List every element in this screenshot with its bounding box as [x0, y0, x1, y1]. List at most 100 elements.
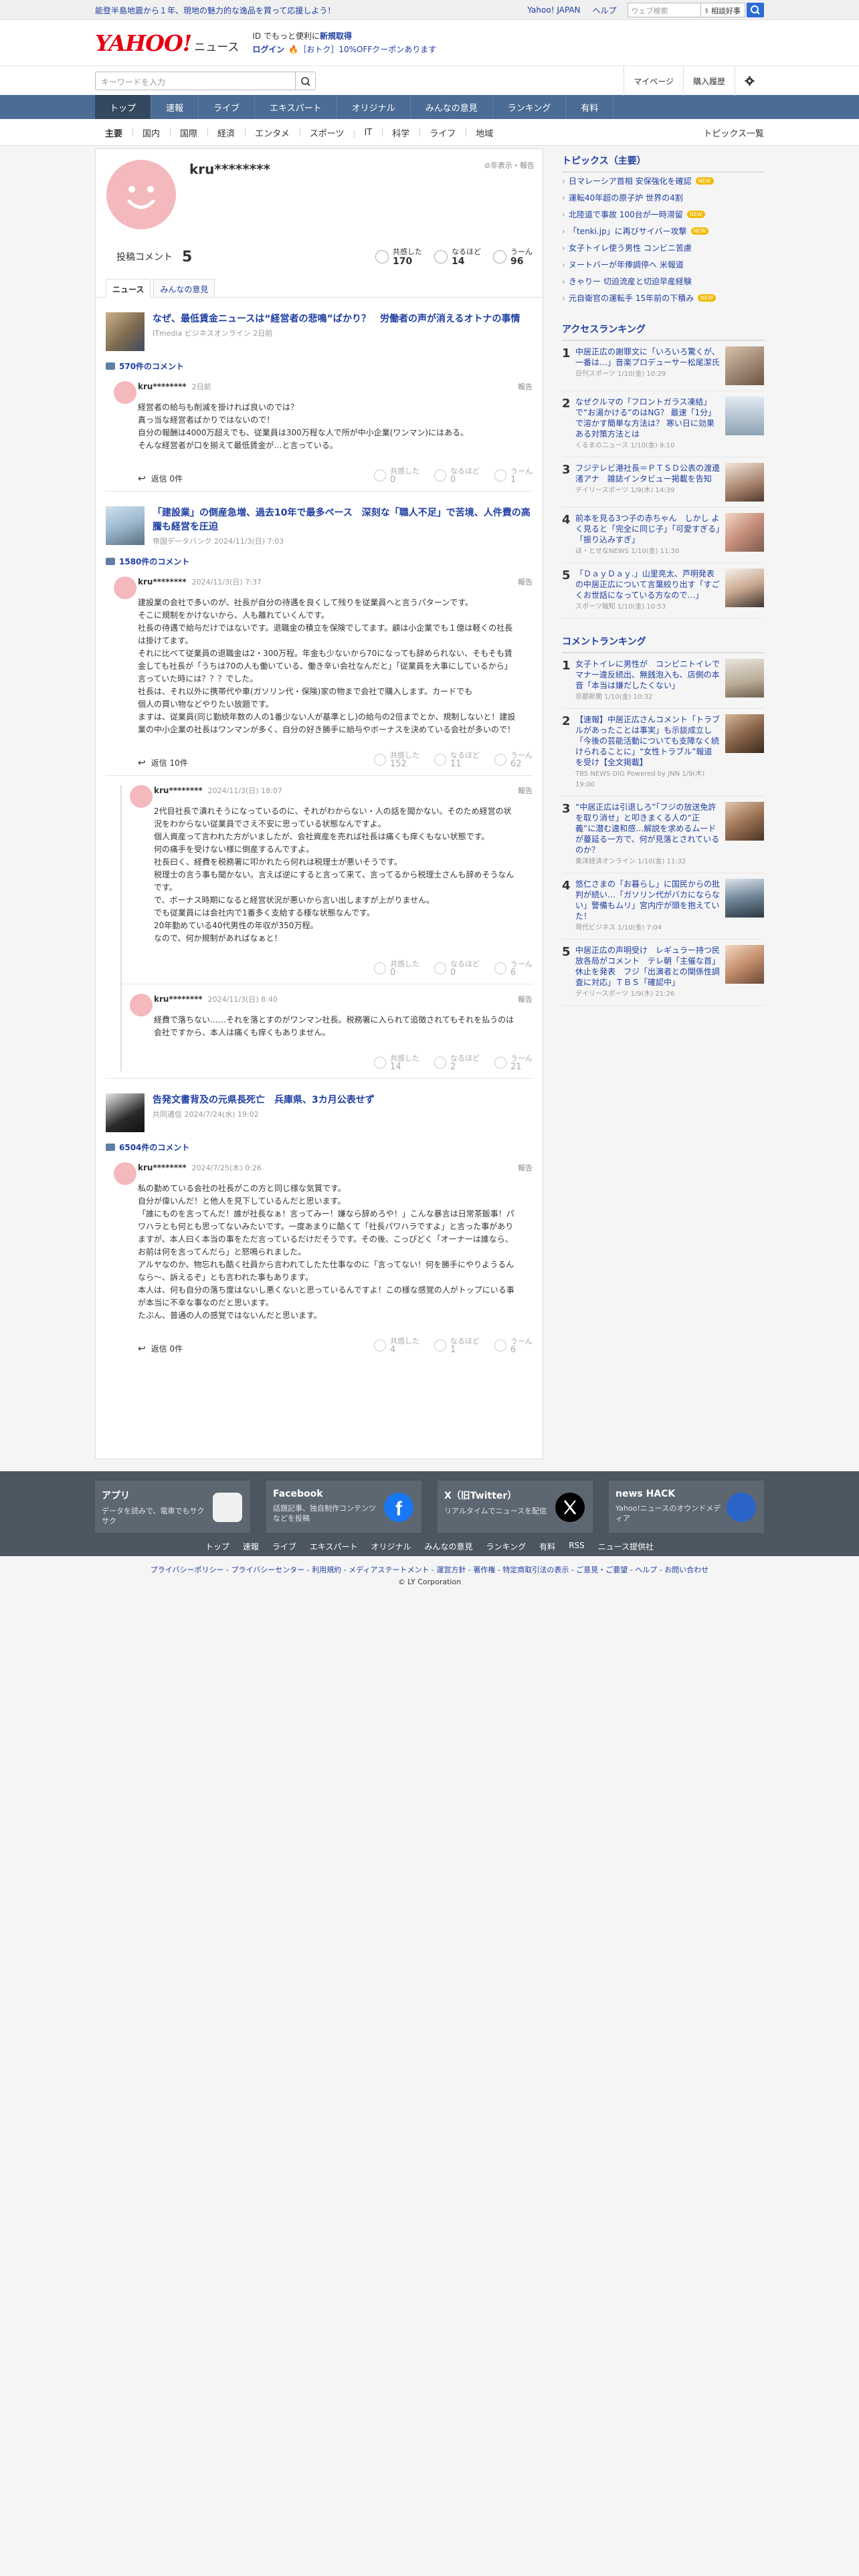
- report-link[interactable]: 報告: [518, 994, 533, 1004]
- footer-link[interactable]: ライブ: [272, 1541, 296, 1552]
- notice-link[interactable]: 能登半島地震から１年、現地の魅力的な逸品を買って応援しよう！: [95, 5, 515, 16]
- signup-link[interactable]: 新規取得: [320, 31, 352, 41]
- footer-link[interactable]: ニュース提供社: [598, 1541, 654, 1552]
- reply-button[interactable]: ↩ 返信 0件: [138, 1343, 183, 1354]
- ranking-item[interactable]: 4 悠仁さまの「お暮らし」に国民からの批判が続い…「ガソリン代がバカにならない」…: [562, 873, 764, 940]
- ranking-item[interactable]: 2 なぜクルマの「フロントガラス凍結」で“お湯かける”のはNG？ 最速「1分」で…: [562, 391, 764, 457]
- mypage-link[interactable]: マイページ: [624, 66, 683, 96]
- ranking-item[interactable]: 2 【速報】中居正広さんコメント「トラブルがあったことは事実」も示談成立し「今後…: [562, 709, 764, 796]
- footer-link[interactable]: トップ: [205, 1541, 229, 1552]
- topic-item[interactable]: 女子トイレ使う男性 コンビニ苦慮: [562, 239, 764, 256]
- coupon-link[interactable]: ［おトク］10%OFFクーポンあります: [298, 45, 436, 54]
- ranking-item[interactable]: 5 「ＤａｙＤａｙ.」山里亮太、芦明発表の中居正広について言葉絞り出す「すごくお…: [562, 563, 764, 619]
- ranking-item[interactable]: 1 女子トイレに男性が コンビニトイレでマナー違反続出、無銭泡入も、店側の本音「…: [562, 653, 764, 709]
- article-thumbnail[interactable]: [106, 506, 145, 545]
- app-promo[interactable]: アプリ データを読みで、電車でもサクサク: [95, 1481, 250, 1533]
- empathy-button[interactable]: 共感した 4: [374, 1337, 419, 1354]
- nav-ranking[interactable]: ランキング: [493, 95, 567, 119]
- article-thumbnail[interactable]: [106, 1093, 145, 1132]
- keyword-search-input[interactable]: キーワードを入力: [95, 72, 296, 90]
- hmm-button[interactable]: うーん 6: [494, 1337, 533, 1354]
- subnav-sports[interactable]: スポーツ: [299, 126, 355, 139]
- naruhodo-button[interactable]: なるほど 1: [434, 1337, 480, 1354]
- topic-item[interactable]: 日マレーシア首相 安保強化を確認NEW: [562, 173, 764, 189]
- footer-link[interactable]: RSS: [569, 1541, 585, 1552]
- empathy-button[interactable]: 共感した 152: [374, 751, 419, 768]
- subnav-local[interactable]: 地域: [466, 126, 503, 139]
- comment-user[interactable]: kru********: [138, 577, 187, 586]
- settings-button[interactable]: [735, 66, 764, 96]
- naruhodo-button[interactable]: なるほど 0: [434, 467, 480, 484]
- report-link[interactable]: 報告: [518, 1162, 533, 1173]
- comment-user[interactable]: kru********: [138, 1163, 187, 1172]
- article-title[interactable]: なぜ、最低賃金ニュースは“経営者の悲鳴”ばかり？ 労働者の声が消えるオトナの事情: [153, 312, 520, 326]
- help-link[interactable]: ヘルプ: [593, 5, 617, 16]
- nav-original[interactable]: オリジナル: [337, 95, 411, 119]
- nav-top[interactable]: トップ: [95, 95, 152, 119]
- topic-item[interactable]: 運転40年超の原子炉 世界の4割: [562, 189, 764, 206]
- nav-live[interactable]: ライブ: [199, 95, 256, 119]
- access-ranking-heading[interactable]: アクセスランキング: [562, 317, 764, 341]
- reply-button[interactable]: ↩ 返信 10件: [138, 757, 188, 768]
- yahoo-japan-link[interactable]: Yahoo! JAPAN: [527, 5, 580, 15]
- topic-item[interactable]: 元自衛官の運転手 15年前の下積みNEW: [562, 290, 764, 306]
- comment-count-link[interactable]: 1580件のコメント: [106, 556, 533, 567]
- purchase-history-link[interactable]: 購入履歴: [682, 66, 735, 96]
- web-search-button[interactable]: [747, 3, 764, 17]
- facebook-promo[interactable]: Facebook 話題記事、独自制作コンテンツなどを投稿 f: [266, 1481, 421, 1533]
- hmm-button[interactable]: うーん 62: [494, 751, 533, 768]
- article-title[interactable]: 告発文書背及の元県長死亡 兵庫県、3カ月公表せず: [153, 1093, 375, 1107]
- footer-link[interactable]: エキスパート: [310, 1541, 358, 1552]
- hmm-button[interactable]: うーん 1: [494, 467, 533, 484]
- web-search-option-button[interactable]: ⚕ 相談好事: [700, 3, 745, 17]
- article-thumbnail[interactable]: [106, 312, 145, 351]
- hide-report-link[interactable]: ⊘非表示・報告: [484, 160, 535, 171]
- naruhodo-button[interactable]: なるほど 11: [434, 751, 480, 768]
- web-search-input[interactable]: ウェブ検索: [627, 3, 701, 17]
- ranking-item[interactable]: 5 中居正広の声明受け レギュラー持つ民放各局がコメント テレ朝「主催な首」休止…: [562, 940, 764, 1006]
- nav-expert[interactable]: エキスパート: [255, 95, 337, 119]
- footer-link[interactable]: オリジナル: [371, 1541, 411, 1552]
- keyword-search-button[interactable]: [296, 72, 316, 90]
- empathy-button[interactable]: 共感した 14: [374, 1054, 419, 1071]
- reply-button[interactable]: ↩ 返信 0件: [138, 473, 183, 484]
- topic-item[interactable]: きゃりー 切迫流産と切迫早産経験: [562, 273, 764, 290]
- ranking-item[interactable]: 1 中居正広の謝罪文に「いろいろ驚くが、一番は…」音楽プロデューサー松尾潔氏 日刊…: [562, 341, 764, 391]
- topics-list-link[interactable]: トピックス一覧: [703, 126, 764, 139]
- naruhodo-button[interactable]: なるほど 0: [434, 960, 480, 977]
- topic-item[interactable]: 「tenki.jp」に再びサイバー攻撃NEW: [562, 223, 764, 239]
- nav-paid[interactable]: 有料: [566, 95, 614, 119]
- footer-link[interactable]: ランキング: [486, 1541, 527, 1552]
- tab-opinion[interactable]: みんなの意見: [153, 279, 215, 297]
- empathy-button[interactable]: 共感した 0: [374, 960, 419, 977]
- newshack-promo[interactable]: news HACK Yahoo!ニュースのオウンドメディア: [609, 1481, 764, 1533]
- report-link[interactable]: 報告: [518, 785, 533, 796]
- report-link[interactable]: 報告: [518, 576, 533, 587]
- topic-item[interactable]: 北陸道で事故 100台が一時滞留NEW: [562, 206, 764, 223]
- comment-user[interactable]: kru********: [154, 994, 203, 1004]
- yahoo-news-logo[interactable]: YAHOO! ニュース: [95, 32, 239, 54]
- subnav-main[interactable]: 主要: [95, 126, 132, 139]
- comment-user[interactable]: kru********: [138, 382, 187, 391]
- comment-user[interactable]: kru********: [154, 786, 203, 795]
- ranking-item[interactable]: 3 “中居正広は引退しろ”「フジの放送免許を取り消せ」と叩きまくる人の“正義”に…: [562, 796, 764, 873]
- report-link[interactable]: 報告: [518, 381, 533, 392]
- legal-links[interactable]: プライバシーポリシー - プライバシーセンター - 利用規約 - メディアステー…: [0, 1564, 859, 1575]
- footer-link[interactable]: みんなの意見: [425, 1541, 473, 1552]
- footer-link[interactable]: 有料: [539, 1541, 555, 1552]
- nav-breaking[interactable]: 速報: [151, 95, 199, 119]
- comment-count-link[interactable]: 6504件のコメント: [106, 1142, 533, 1153]
- footer-link[interactable]: 速報: [243, 1541, 259, 1552]
- subnav-entertainment[interactable]: エンタメ: [245, 126, 300, 139]
- topics-heading[interactable]: トピックス（主要）: [562, 148, 764, 173]
- hmm-button[interactable]: うーん 6: [494, 960, 533, 977]
- subnav-life[interactable]: ライフ: [419, 126, 466, 139]
- subnav-economy[interactable]: 経済: [207, 126, 245, 139]
- ranking-item[interactable]: 4 前本を見る3つ子の赤ちゃん しかし よく見ると「完全に同じ子」「可愛すぎる」…: [562, 508, 764, 563]
- x-twitter-promo[interactable]: X（旧Twitter） リアルタイムでニュースを配信: [438, 1481, 593, 1533]
- nav-opinion[interactable]: みんなの意見: [411, 95, 493, 119]
- article-title[interactable]: 「建設業」の倒産急増、過去10年で最多ペース 深刻な「職人不足」で苦境、人件費の…: [153, 506, 533, 534]
- subnav-domestic[interactable]: 国内: [132, 126, 170, 139]
- subnav-it[interactable]: IT: [354, 128, 382, 138]
- comment-count-link[interactable]: 570件のコメント: [106, 360, 533, 372]
